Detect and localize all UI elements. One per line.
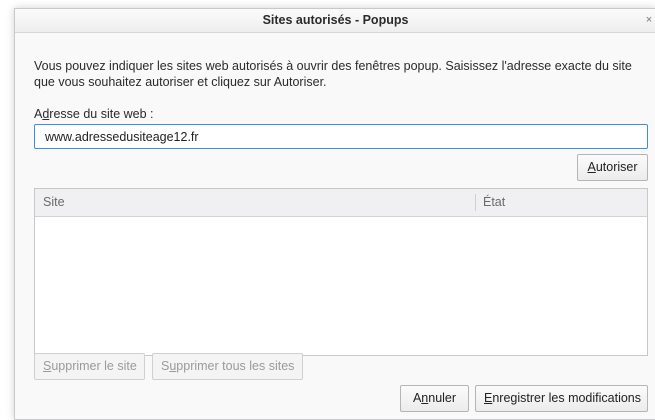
- table-header: Site État: [35, 189, 647, 217]
- column-header-state[interactable]: État: [483, 189, 505, 216]
- dialog-title: Sites autorisés - Popups: [262, 13, 409, 27]
- save-changes-button[interactable]: Enregistrer les modifications: [475, 385, 648, 412]
- site-address-input[interactable]: [34, 124, 648, 149]
- sites-table[interactable]: Site État: [34, 188, 648, 356]
- cancel-button[interactable]: Annuler: [400, 385, 469, 412]
- address-label: Adresse du site web :: [34, 107, 154, 121]
- column-header-site[interactable]: Site: [43, 189, 65, 216]
- dialog-description: Vous pouvez indiquer les sites web autor…: [34, 59, 632, 89]
- close-icon[interactable]: ×: [644, 9, 654, 32]
- allow-button[interactable]: Autoriser: [577, 154, 648, 181]
- remove-site-button[interactable]: Supprimer le site: [34, 353, 145, 380]
- remove-all-sites-button[interactable]: Supprimer tous les sites: [152, 353, 303, 380]
- column-separator: [475, 194, 476, 211]
- permissions-dialog: Sites autorisés - Popups × Vous pouvez i…: [14, 8, 655, 420]
- dialog-titlebar: Sites autorisés - Popups ×: [15, 9, 655, 33]
